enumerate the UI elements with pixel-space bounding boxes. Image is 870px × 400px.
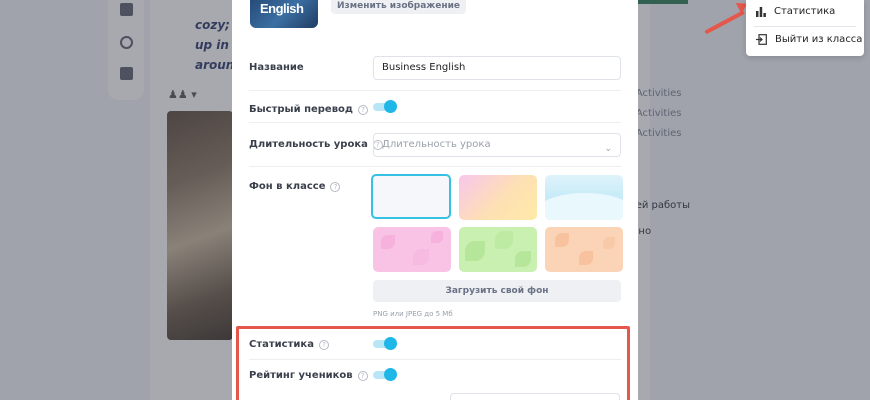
menu-item-statistics[interactable]: Статистика xyxy=(756,6,835,17)
bg-option-plain[interactable] xyxy=(371,174,451,219)
bar-chart-icon xyxy=(756,6,766,17)
quick-translate-toggle[interactable] xyxy=(373,100,397,113)
bg-option-orange-leaves[interactable] xyxy=(545,227,623,272)
bg-option-gradient[interactable] xyxy=(459,175,537,220)
quick-translate-text: Быстрый перевод xyxy=(249,104,353,115)
cover-title: English xyxy=(260,1,304,16)
lesson-duration-select[interactable]: Длительность урока ⌄ xyxy=(373,133,621,157)
row-divider xyxy=(249,90,621,91)
lesson-duration-text: Длительность урока xyxy=(249,139,368,150)
chevron-down-icon: ⌄ xyxy=(604,144,612,154)
class-cover-image: English xyxy=(250,0,318,28)
bg-option-pink-leaves[interactable] xyxy=(373,227,451,272)
class-bg-text: Фон в классе xyxy=(249,181,326,192)
help-icon[interactable]: ? xyxy=(330,181,341,192)
highlight-frame xyxy=(236,326,630,400)
exit-icon xyxy=(756,34,767,45)
name-label-text: Название xyxy=(249,62,304,73)
menu-divider xyxy=(754,26,856,27)
class-name-input[interactable]: Business English xyxy=(373,56,621,80)
upload-bg-button[interactable]: Загрузить свой фон xyxy=(373,280,621,302)
upload-hint: PNG или JPEG до 5 Мб xyxy=(373,310,453,318)
row-divider xyxy=(249,122,621,123)
class-bg-label: Фон в классе ? xyxy=(249,181,341,192)
bg-option-green-leaves[interactable] xyxy=(459,227,537,272)
row-divider xyxy=(249,166,621,167)
menu-item-label: Выйти из класса xyxy=(775,34,863,45)
menu-item-label: Статистика xyxy=(774,6,836,17)
toggle-knob xyxy=(384,100,397,113)
quick-translate-label: Быстрый перевод ? xyxy=(249,104,368,115)
name-label: Название xyxy=(249,62,304,73)
menu-item-leave-class[interactable]: Выйти из класса xyxy=(756,34,862,45)
lesson-duration-placeholder: Длительность урока xyxy=(382,139,491,150)
help-icon[interactable]: ? xyxy=(357,104,368,115)
change-image-button[interactable]: Изменить изображение xyxy=(331,0,466,14)
class-menu: Статистика Выйти из класса xyxy=(746,0,864,56)
lesson-duration-label: Длительность урока ? xyxy=(249,139,383,150)
bg-option-waves[interactable] xyxy=(545,175,623,220)
